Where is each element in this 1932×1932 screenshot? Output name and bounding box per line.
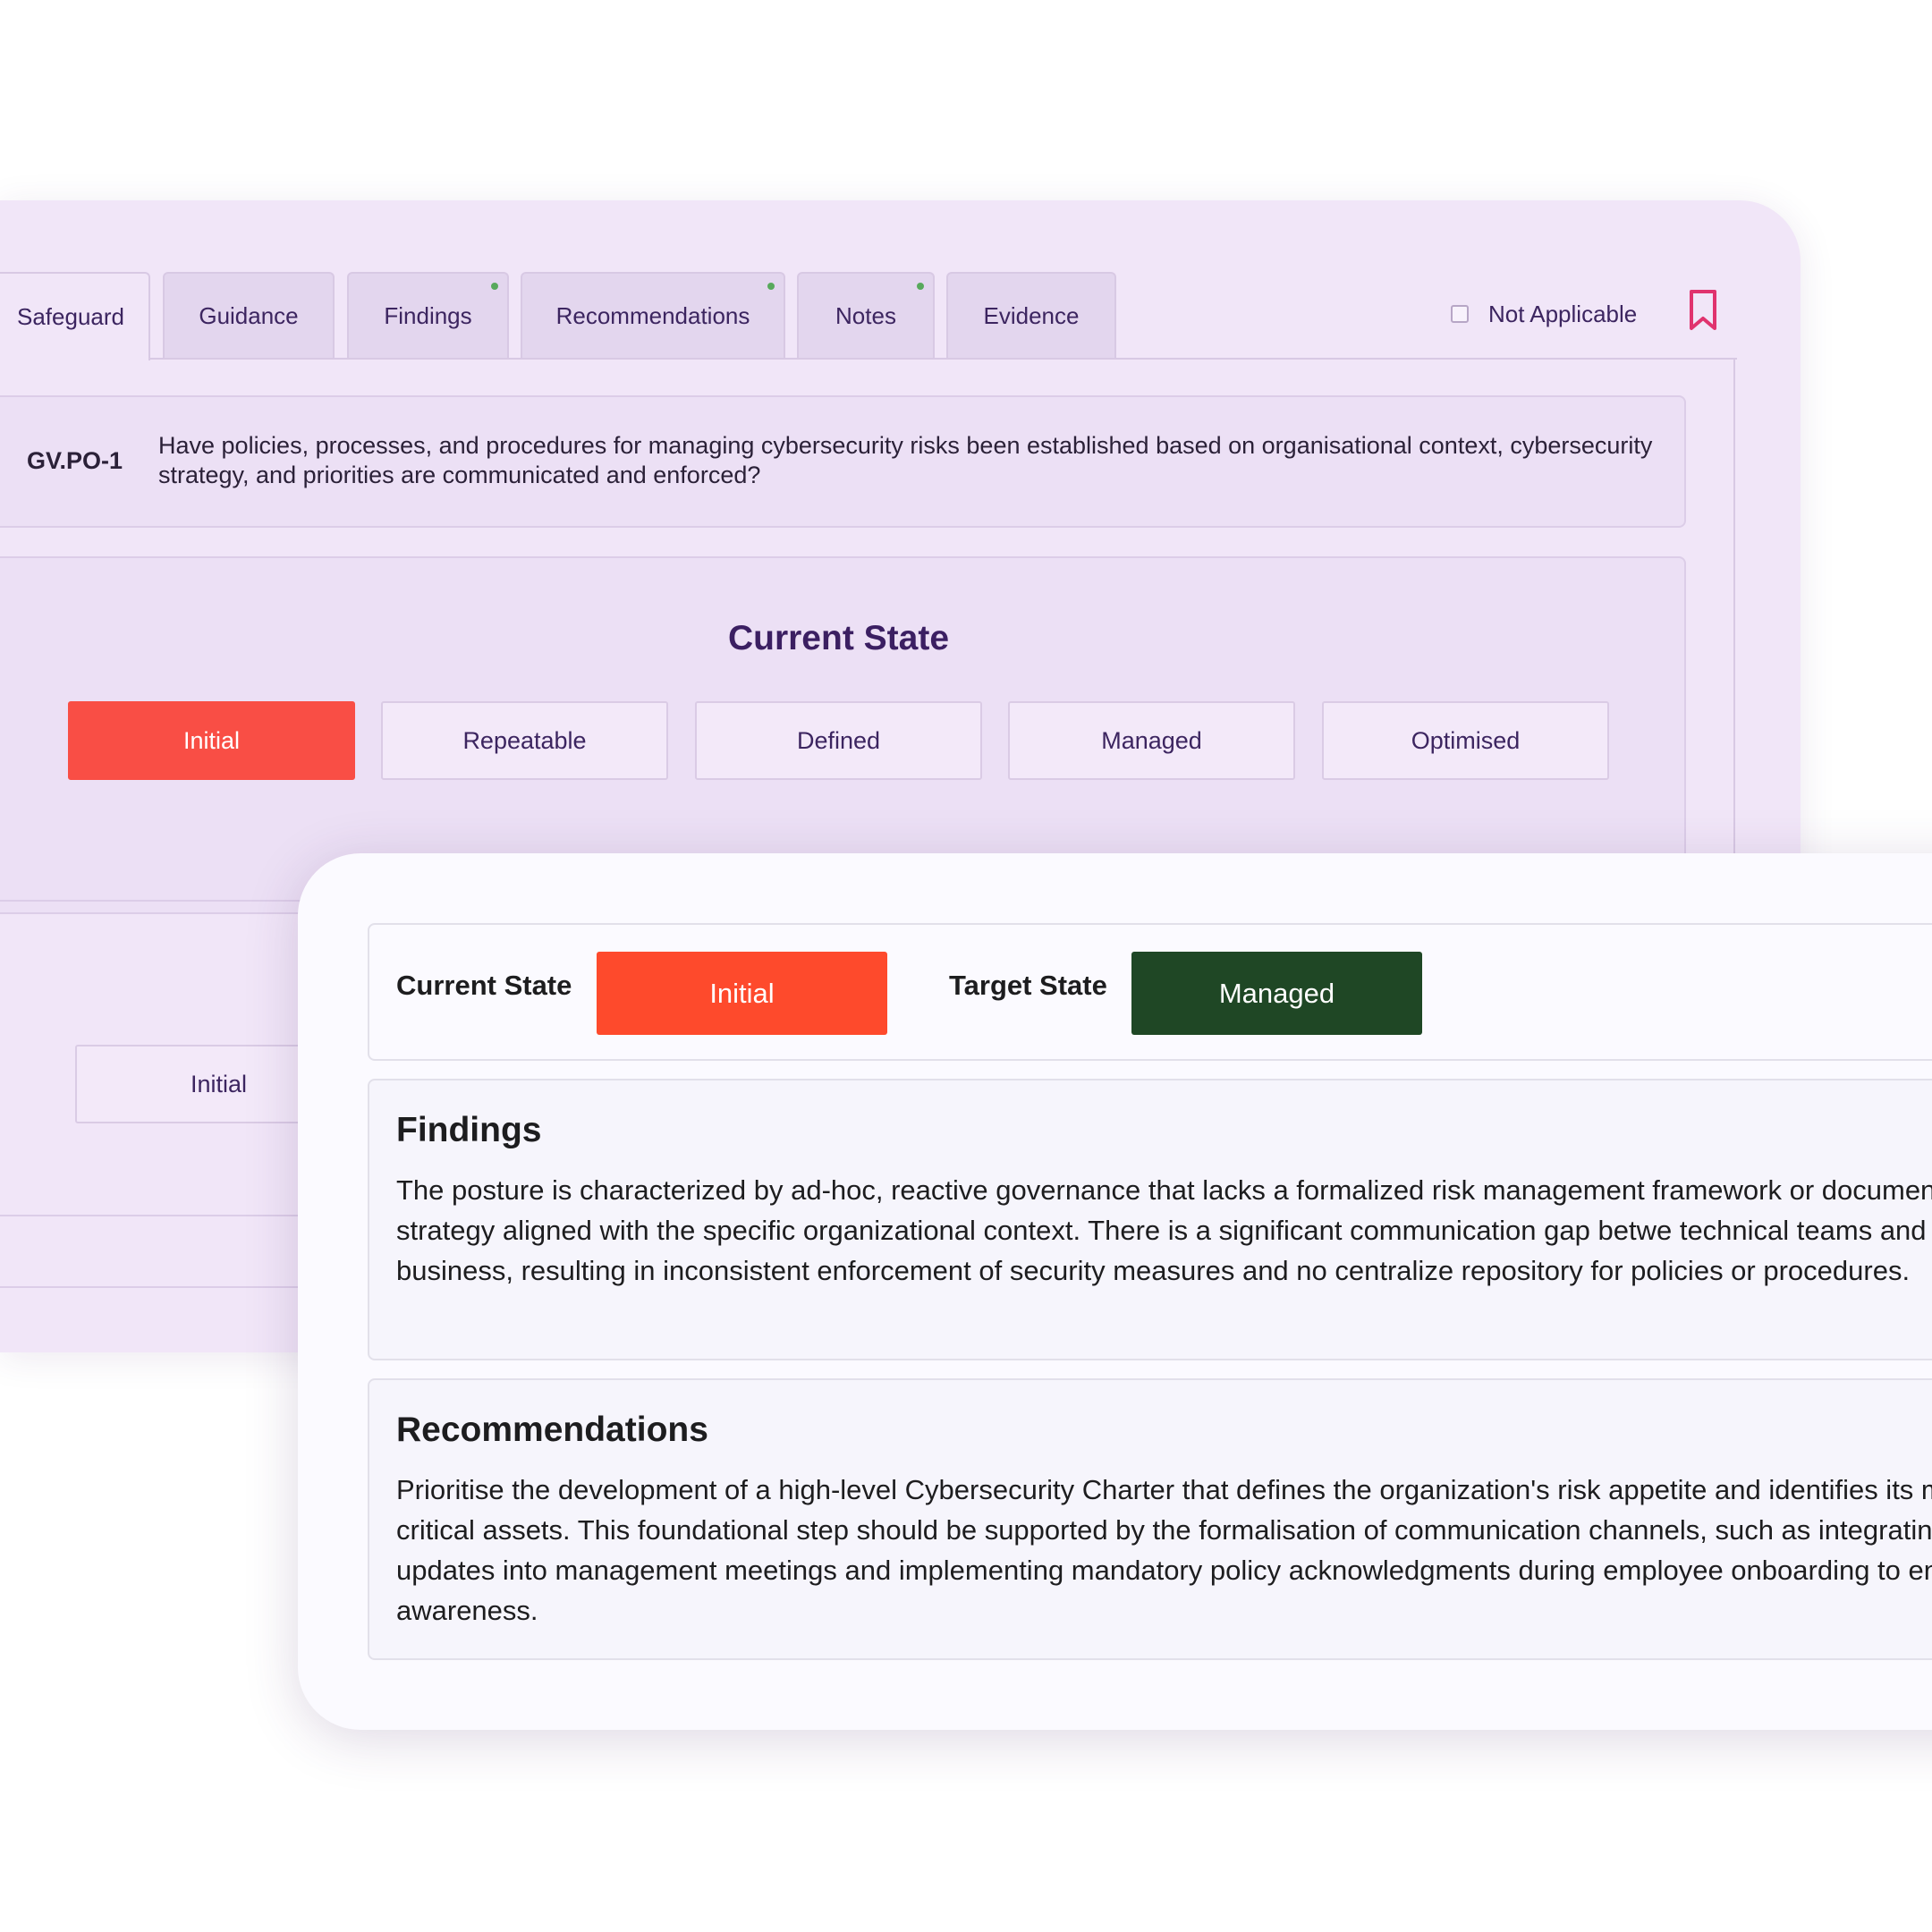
- level-defined-button[interactable]: Defined: [695, 701, 982, 780]
- tab-label: Guidance: [199, 301, 299, 329]
- current-state-badge: Initial: [597, 952, 887, 1035]
- level-initial-button[interactable]: Initial: [68, 701, 355, 780]
- findings-text: The posture is characterized by ad-hoc, …: [396, 1174, 1932, 1286]
- unsaved-indicator-dot: [917, 283, 924, 290]
- tab-safeguard[interactable]: Safeguard: [0, 272, 150, 360]
- unsaved-indicator-dot: [767, 283, 775, 290]
- target-state-label: Target State: [949, 970, 1107, 1001]
- level-repeatable-button[interactable]: Repeatable: [381, 701, 668, 780]
- tab-label: Findings: [384, 301, 472, 329]
- tab-recommendations[interactable]: Recommendations: [521, 272, 785, 358]
- target-state-badge: Managed: [1131, 952, 1422, 1035]
- question-box: GV.PO-1 Have policies, processes, and pr…: [0, 395, 1686, 528]
- recommendations-title: Recommendations: [396, 1411, 708, 1449]
- not-applicable-label: Not Applicable: [1488, 300, 1638, 327]
- tab-label: Recommendations: [555, 301, 750, 329]
- tab-findings[interactable]: Findings: [347, 272, 509, 358]
- tab-divider: [0, 358, 1737, 360]
- findings-card: Findings The posture is characterized by…: [368, 1079, 1932, 1360]
- tab-guidance[interactable]: Guidance: [163, 272, 335, 358]
- findings-title: Findings: [396, 1111, 542, 1149]
- state-summary-bar: Current State Initial Target State Manag…: [368, 923, 1932, 1061]
- tab-label: Notes: [835, 301, 896, 329]
- checkbox-icon[interactable]: [1451, 305, 1469, 323]
- level-optimised-button[interactable]: Optimised: [1322, 701, 1609, 780]
- question-text: Have policies, processes, and procedures…: [158, 432, 1653, 488]
- question-code: GV.PO-1: [27, 447, 123, 474]
- unsaved-indicator-dot: [491, 283, 498, 290]
- not-applicable-toggle[interactable]: Not Applicable: [1451, 295, 1637, 333]
- bookmark-icon[interactable]: [1687, 288, 1719, 333]
- tab-notes[interactable]: Notes: [797, 272, 935, 358]
- current-state-title: Current State: [727, 619, 950, 657]
- tab-label: Evidence: [983, 301, 1080, 329]
- tab-evidence[interactable]: Evidence: [946, 272, 1116, 358]
- recommendations-text: Prioritise the development of a high-lev…: [396, 1474, 1932, 1626]
- recommendations-card: Recommendations Prioritise the developme…: [368, 1378, 1932, 1660]
- summary-panel: Current State Initial Target State Manag…: [298, 853, 1932, 1730]
- level-managed-button[interactable]: Managed: [1008, 701, 1295, 780]
- tab-label: Safeguard: [17, 303, 124, 330]
- current-state-label: Current State: [396, 970, 572, 1001]
